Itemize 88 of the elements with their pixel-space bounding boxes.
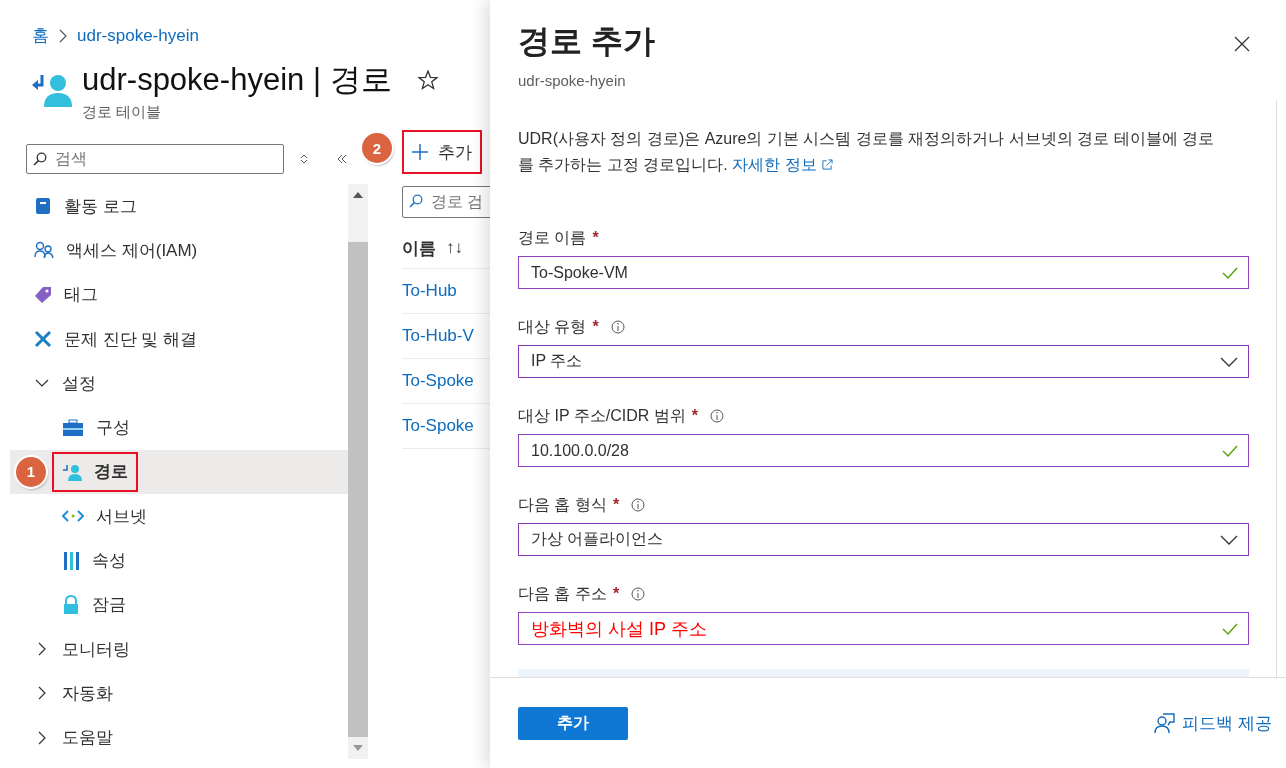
dropdown[interactable]: 가상 어플라이언스 [518, 523, 1249, 556]
feedback-link[interactable]: 피드백 제공 [1154, 711, 1272, 735]
search-icon [33, 152, 47, 166]
highlight-frame: 서브넷 [52, 496, 157, 537]
menu-item[interactable]: 액세스 제어(IAM) [10, 228, 348, 273]
menu-item[interactable]: 자동화 [10, 671, 348, 716]
route-link[interactable]: To-Spoke [402, 416, 474, 436]
search-icon [409, 194, 423, 208]
text-field[interactable]: 10.100.0.0/28 [518, 434, 1249, 467]
info-icon[interactable] [631, 498, 646, 512]
field-label: 대상 유형 [518, 316, 587, 337]
step-badge: 2 [362, 133, 392, 163]
route-link[interactable]: To-Hub-V [402, 326, 474, 346]
learn-more-link[interactable]: 자세한 정보 [732, 156, 833, 173]
menu-item[interactable]: 구성 [10, 405, 348, 450]
bars-icon [62, 550, 80, 571]
required-mark: * [612, 496, 620, 514]
breadcrumb-link[interactable]: 홈 [32, 24, 49, 47]
field-label: 다음 홉 주소 [518, 583, 607, 604]
highlight-frame: 자동화 [24, 673, 123, 714]
description-text: UDR(사용자 정의 경로)은 Azure의 기본 시스템 경로를 재정의하거나 서브넷의 경로 테이블에 경로를 추가하는 고정 경로입니다. 자세한 정보 [518, 129, 1215, 175]
add-button[interactable]: 추가 [402, 130, 482, 174]
panel-title: 경로 추가 [518, 22, 655, 61]
required-mark: * [691, 407, 698, 425]
highlight-frame: 활동 로그 [24, 186, 147, 227]
highlight-frame: 모니터링 [24, 629, 140, 670]
required-mark: * [612, 585, 620, 603]
add-button[interactable]: 추가 [518, 706, 628, 740]
highlight-frame: 태그 [24, 274, 108, 315]
check-icon [1222, 444, 1238, 457]
highlight-frame: 구성 [52, 407, 140, 448]
page-title: udr-spoke-hyein | 경로 [82, 61, 392, 99]
highlight-frame: 설정 [24, 363, 106, 404]
tag-icon [34, 285, 52, 304]
feedback-icon [1154, 712, 1177, 734]
highlight-frame: 잠금 [52, 584, 136, 625]
info-icon[interactable] [709, 409, 724, 423]
menu-item[interactable]: 잠금 [10, 582, 348, 627]
menu-item[interactable]: 속성 [10, 538, 348, 583]
highlight-frame: 액세스 제어(IAM) [24, 230, 208, 271]
chevron-down-icon [1220, 356, 1238, 367]
text-field[interactable]: 방화벽의 사설 IP 주소 [518, 612, 1249, 645]
page-subtitle: 경로 테이블 [82, 103, 163, 122]
required-mark: * [592, 318, 599, 336]
menu-item[interactable]: 1 경로 [10, 449, 348, 495]
info-icon[interactable] [610, 320, 625, 334]
menu-item[interactable]: 설정 [10, 361, 348, 406]
lock-icon [62, 594, 80, 615]
book-icon [34, 197, 52, 216]
collapse-icon[interactable] [336, 154, 348, 164]
route-link[interactable]: To-Hub [402, 281, 457, 301]
check-icon [1222, 622, 1238, 635]
code-brackets-icon [62, 509, 84, 524]
check-icon [1222, 266, 1238, 279]
info-icon[interactable] [631, 587, 646, 601]
highlight-frame: 속성 [52, 540, 136, 581]
search-field[interactable]: 검색 [26, 144, 284, 174]
step-badge: 1 [16, 456, 46, 487]
highlight-frame: 경로 [52, 451, 138, 492]
sort-icon[interactable]: ↑↓ [446, 238, 463, 258]
menu-item[interactable]: 문제 진단 및 해결 [10, 316, 348, 362]
breadcrumb-link[interactable]: udr-spoke-hyein [77, 25, 199, 46]
scrollbar[interactable] [348, 184, 368, 759]
menu-item[interactable]: 도움말 [10, 715, 348, 760]
text-field[interactable]: To-Spoke-VM [518, 256, 1249, 289]
menu-item[interactable]: 모니터링 [10, 626, 348, 672]
field-label: 다음 홉 형식 [518, 494, 607, 515]
panel-subtitle: udr-spoke-hyein [518, 72, 627, 89]
external-link-icon [821, 159, 833, 170]
toolbox-icon [62, 418, 84, 437]
highlight-frame: 도움말 [24, 717, 123, 758]
close-icon[interactable] [1234, 36, 1250, 52]
menu-item[interactable]: 서브넷 [10, 494, 348, 539]
highlight-frame: 문제 진단 및 해결 [24, 319, 208, 360]
column-header[interactable]: 이름 [402, 236, 436, 260]
required-mark: * [592, 229, 599, 247]
field-label: 경로 이름 [518, 227, 587, 248]
plus-icon [412, 144, 428, 160]
chevron-right-icon [59, 28, 67, 43]
route-link[interactable]: To-Spoke [402, 371, 474, 391]
menu-item[interactable]: 활동 로그 [10, 184, 348, 229]
chevron-down-icon [1220, 534, 1238, 545]
users-icon [34, 241, 54, 260]
field-label: 대상 IP 주소/CIDR 범위 [518, 405, 686, 426]
star-icon[interactable] [417, 70, 438, 90]
sort-toggle-icon[interactable] [300, 153, 308, 165]
menu-item[interactable]: 태그 [10, 272, 348, 317]
dropdown[interactable]: IP 주소 [518, 345, 1249, 378]
